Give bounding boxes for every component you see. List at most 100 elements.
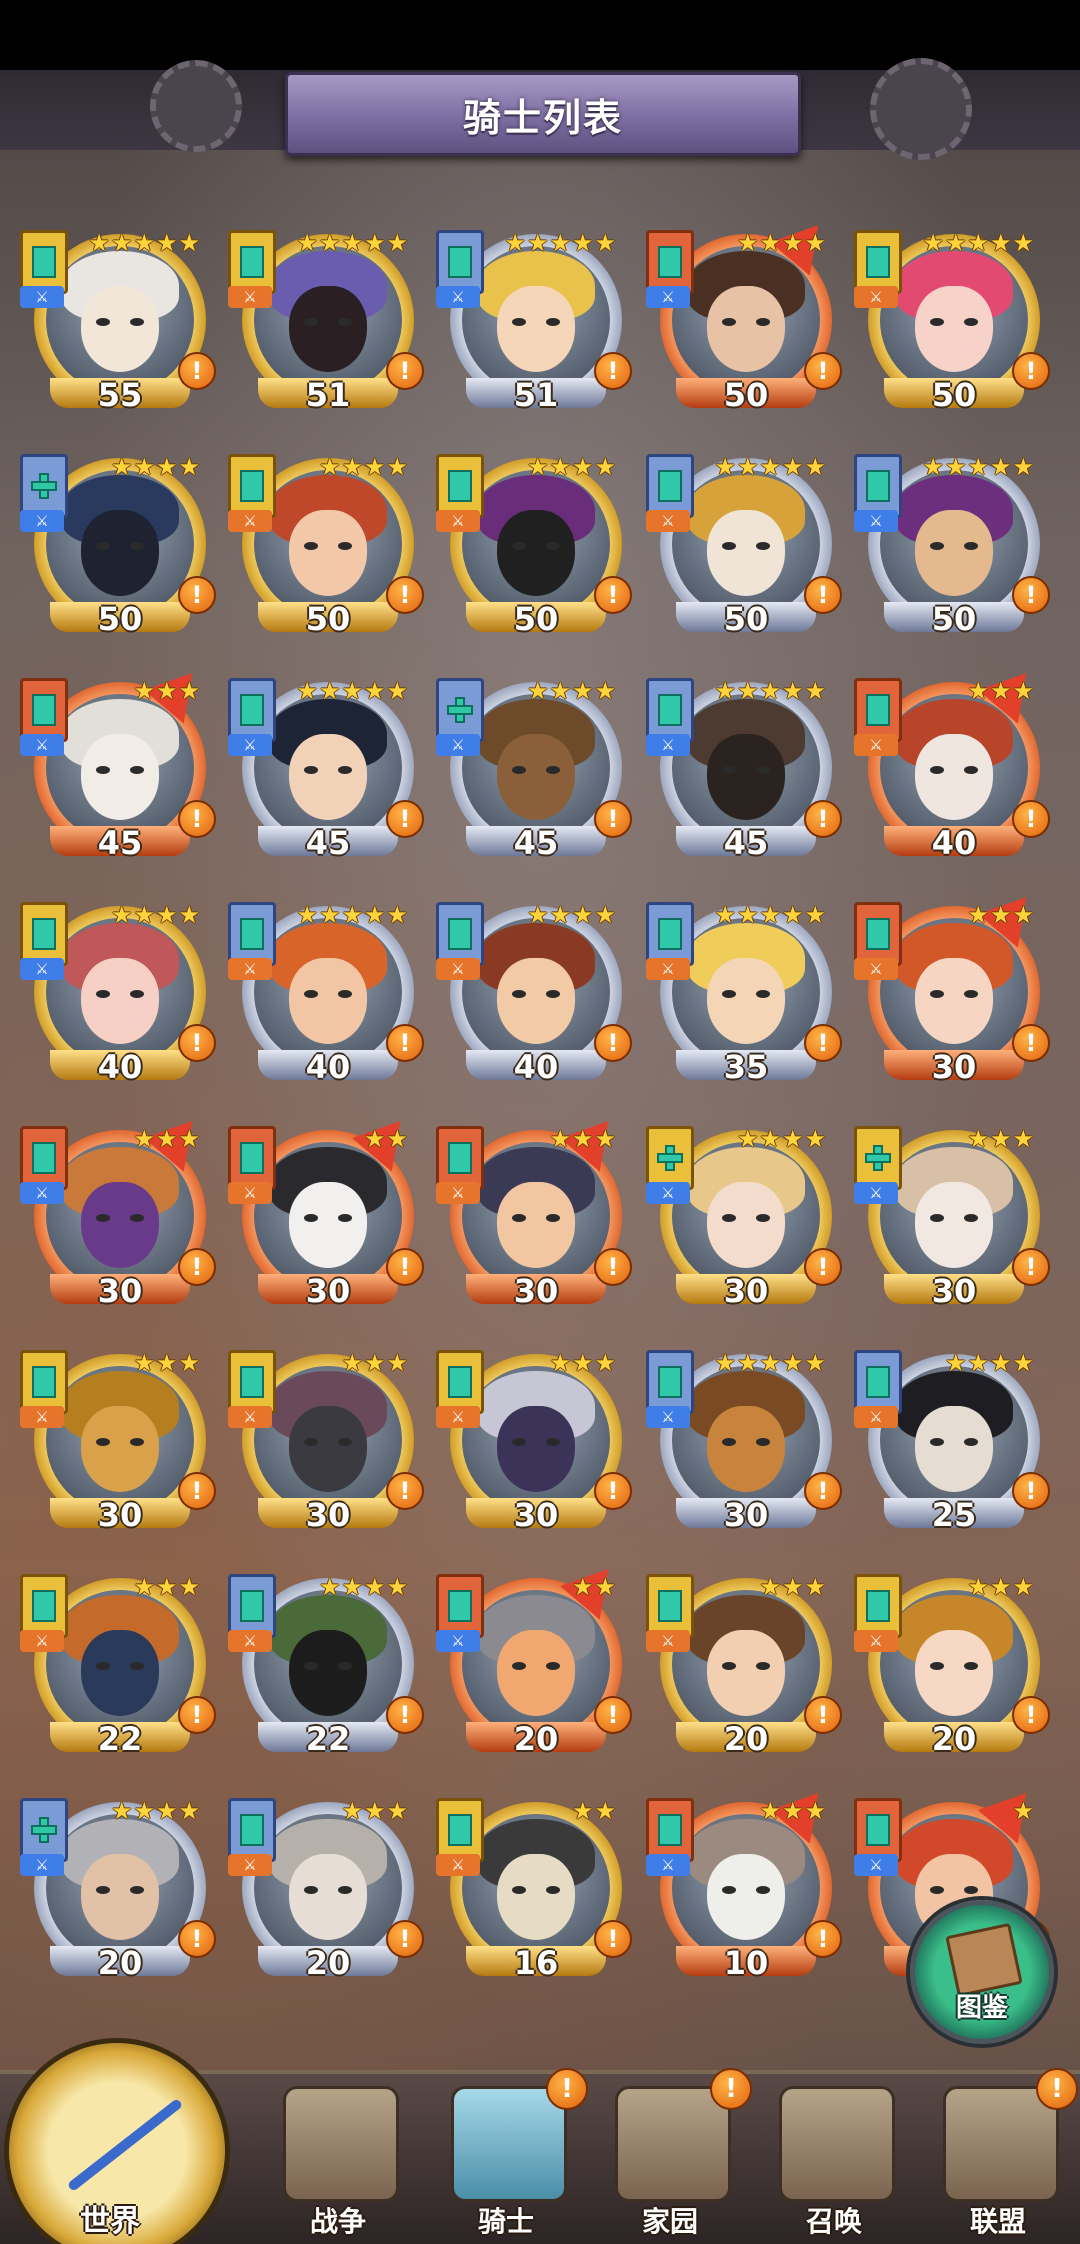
portrait-eye	[338, 1662, 352, 1670]
nav-summon-button[interactable]: 召唤	[754, 2078, 914, 2244]
portrait-face	[707, 958, 785, 1044]
nav-war-button[interactable]: 战争	[258, 2078, 418, 2244]
knight-level: 20	[723, 1720, 769, 1758]
knight-card[interactable]: 16 ★ ★ ⚔!	[436, 1796, 632, 1986]
knight-card[interactable]: 51 ★ ★ ★ ★ ★ ⚔!	[228, 228, 424, 418]
star-icon: ★	[133, 901, 155, 929]
star-rating: ★ ★ ★ ★ ★	[714, 678, 826, 704]
knight-grid: 55 ★ ★ ★ ★ ★ ⚔! 51 ★ ★ ★ ★ ★ ⚔! 51 ★ ★ ★ ★ ★ ⚔! 50 ★ ★ ★ ★ ⚔! 50 ★ ★ ★…	[0, 0, 1080, 2000]
star-icon: ★	[714, 677, 736, 705]
block-shape-icon	[448, 1366, 472, 1398]
knight-card[interactable]: 20 ★ ★ ★ ★ ⚔!	[20, 1796, 216, 1986]
knight-card[interactable]: 45 ★ ★ ★ ⚔!	[20, 656, 216, 866]
slot-shape-badge	[436, 230, 484, 294]
star-rating: ★ ★ ★	[549, 1350, 616, 1376]
portrait-eye	[546, 1438, 560, 1446]
knight-card[interactable]: 20 ★ ★ ★ ⚔!	[228, 1796, 424, 1986]
knight-card[interactable]: 50 ★ ★ ★ ★ ⚔!	[436, 452, 632, 642]
knight-card[interactable]: 30 ★ ★ ★ ⚔!	[854, 880, 1050, 1090]
knight-card[interactable]: 20 ★ ★ ★ ⚔!	[646, 1572, 842, 1762]
knight-card[interactable]: 45 ★ ★ ★ ★ ⚔!	[436, 676, 632, 866]
knight-card[interactable]: 35 ★ ★ ★ ★ ★ ⚔!	[646, 900, 842, 1090]
knight-card[interactable]: 40 ★ ★ ★ ★ ★ ⚔!	[228, 900, 424, 1090]
knight-level: 30	[513, 1272, 559, 1310]
knight-card[interactable]: 40 ★ ★ ★ ★ ⚔!	[20, 900, 216, 1090]
knight-card[interactable]: 30 ★ ★ ★ ⚔!	[20, 1348, 216, 1538]
portrait-face	[707, 286, 785, 372]
knight-card[interactable]: 30 ★ ★ ⚔!	[228, 1104, 424, 1314]
portrait-eye	[512, 1214, 526, 1222]
knight-portrait	[254, 470, 402, 618]
star-icon: ★	[504, 229, 526, 257]
star-icon: ★	[341, 229, 363, 257]
star-icon: ★	[594, 229, 616, 257]
knight-portrait	[254, 1366, 402, 1514]
nav-alliance-button[interactable]: ! 联盟	[918, 2068, 1078, 2244]
nav-knights-button[interactable]: ! 骑士	[426, 2068, 588, 2244]
knight-portrait	[46, 694, 194, 842]
star-icon: ★	[989, 1573, 1012, 1601]
star-icon: ★	[781, 1349, 804, 1377]
knight-card[interactable]: 30 ★ ★ ★ ★ ★ ⚔!	[646, 1348, 842, 1538]
portrait-eye	[96, 1886, 110, 1894]
star-rating: ★ ★	[364, 1126, 408, 1152]
star-icon: ★	[714, 1349, 736, 1377]
knight-card[interactable]: 50 ★ ★ ★ ★ ★ ⚔!	[854, 228, 1050, 418]
knight-card[interactable]: 50 ★ ★ ★ ★ ⚔!	[646, 208, 842, 418]
star-icon: ★	[804, 453, 826, 481]
portrait-eye	[964, 766, 978, 774]
knight-card[interactable]: 50 ★ ★ ★ ★ ★ ⚔!	[854, 452, 1050, 642]
block-shape-icon	[658, 694, 682, 726]
portrait-eye	[756, 1214, 770, 1222]
knight-card[interactable]: 51 ★ ★ ★ ★ ★ ⚔!	[436, 228, 632, 418]
star-icon: ★	[804, 1349, 826, 1377]
portrait-face	[81, 286, 159, 372]
star-rating: ★ ★ ★ ★	[111, 454, 200, 480]
star-rating: ★ ★ ★	[341, 1798, 408, 1824]
portrait-face	[81, 1406, 159, 1492]
star-icon: ★	[1012, 901, 1034, 929]
knight-card[interactable]: 30 ★ ★ ★ ⚔!	[228, 1348, 424, 1538]
knight-card[interactable]: 22 ★ ★ ★ ⚔!	[20, 1572, 216, 1762]
class-badge-icon: ⚔	[854, 958, 898, 980]
knight-card[interactable]: 20 ★ ★ ⚔!	[436, 1552, 632, 1762]
portrait-face	[81, 734, 159, 820]
codex-button[interactable]: 图鉴	[910, 1900, 1054, 2044]
star-icon: ★	[363, 901, 386, 929]
knight-card[interactable]: 30 ★ ★ ★ ★ ⚔!	[646, 1124, 842, 1314]
knight-card[interactable]: 30 ★ ★ ★ ⚔!	[20, 1104, 216, 1314]
star-icon: ★	[133, 1125, 155, 1153]
block-shape-icon	[31, 473, 57, 499]
class-badge-icon: ⚔	[436, 958, 480, 980]
portrait-face	[289, 286, 367, 372]
knight-card[interactable]: 45 ★ ★ ★ ★ ★ ⚔!	[228, 676, 424, 866]
knight-card[interactable]: 55 ★ ★ ★ ★ ★ ⚔!	[20, 228, 216, 418]
nav-home-button[interactable]: ! 家园	[590, 2068, 752, 2244]
knight-level: 51	[305, 376, 351, 414]
nav-world-button[interactable]: 世界	[0, 2030, 232, 2244]
upgrade-alert-icon: !	[804, 1248, 842, 1286]
knight-card[interactable]: 45 ★ ★ ★ ★ ★ ⚔!	[646, 676, 842, 866]
star-icon: ★	[155, 677, 178, 705]
knight-card[interactable]: 20 ★ ★ ★ ⚔!	[854, 1572, 1050, 1762]
star-rating: ★ ★ ★ ★ ★	[296, 230, 408, 256]
knight-card[interactable]: 10 ★ ★ ★ ⚔!	[646, 1776, 842, 1986]
knight-card[interactable]: 22 ★ ★ ★ ★ ⚔!	[228, 1572, 424, 1762]
star-icon: ★	[363, 229, 386, 257]
knight-portrait	[672, 1814, 820, 1962]
knight-card[interactable]: 30 ★ ★ ★ ⚔!	[854, 1124, 1050, 1314]
portrait-eye	[546, 542, 560, 550]
knight-card[interactable]: 40 ★ ★ ★ ⚔!	[854, 656, 1050, 866]
knight-card[interactable]: 50 ★ ★ ★ ★ ★ ⚔!	[646, 452, 842, 642]
knight-card[interactable]: 30 ★ ★ ★ ⚔!	[436, 1348, 632, 1538]
star-icon: ★	[178, 229, 200, 257]
slot-shape-badge	[854, 1574, 902, 1638]
knight-card[interactable]: 40 ★ ★ ★ ★ ⚔!	[436, 900, 632, 1090]
star-rating: ★ ★ ★ ★	[737, 230, 826, 256]
knight-card[interactable]: 50 ★ ★ ★ ★ ⚔!	[20, 452, 216, 642]
knight-card[interactable]: 50 ★ ★ ★ ★ ⚔!	[228, 452, 424, 642]
star-rating: ★ ★ ★ ★ ★	[714, 454, 826, 480]
knight-portrait	[672, 694, 820, 842]
knight-card[interactable]: 25 ★ ★ ★ ★ ⚔!	[854, 1348, 1050, 1538]
knight-card[interactable]: 30 ★ ★ ★ ⚔!	[436, 1104, 632, 1314]
